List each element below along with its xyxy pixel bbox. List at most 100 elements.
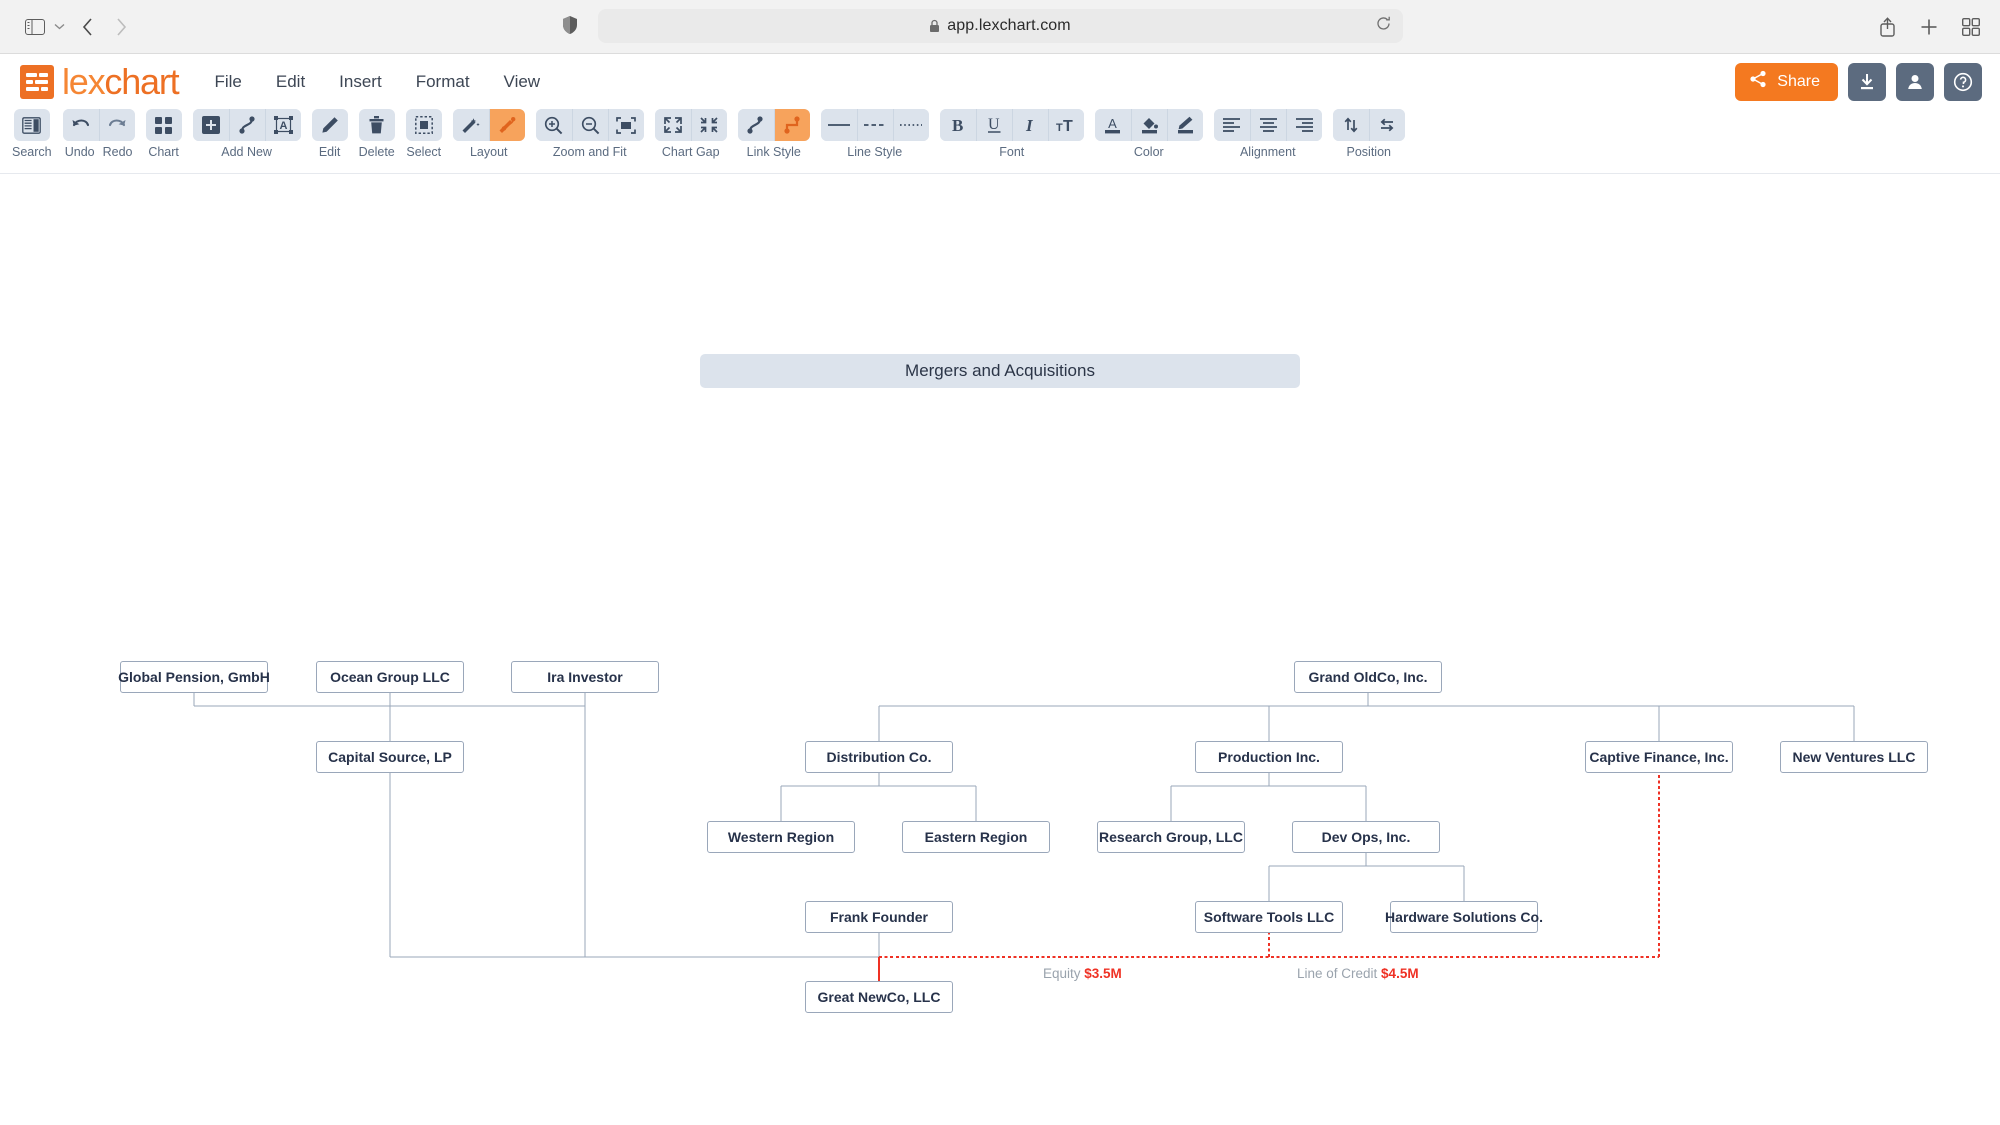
toolbar-group-position: Position: [1332, 109, 1405, 159]
redo-icon[interactable]: [98, 109, 135, 141]
edge-label-equity[interactable]: Equity $3.5M: [1043, 966, 1122, 981]
line-color-icon[interactable]: [1166, 109, 1203, 141]
undo-icon[interactable]: [62, 109, 99, 141]
toolbar-group-undo-redo: Undo Redo: [62, 109, 135, 159]
chart-node-global-pension[interactable]: Global Pension, GmbH: [118, 661, 270, 693]
tab-overview-icon[interactable]: [1962, 17, 1980, 36]
toolbar-label-layout: Layout: [469, 145, 508, 159]
lexchart-logo[interactable]: lexchart: [20, 60, 180, 103]
svg-text:A: A: [279, 120, 287, 132]
share-icon[interactable]: [1879, 16, 1896, 37]
shield-icon[interactable]: [562, 15, 578, 40]
menu-item-view[interactable]: View: [504, 72, 541, 92]
chart-node-software-tools[interactable]: Software Tools LLC: [1195, 901, 1343, 933]
zoom-out-icon[interactable]: [571, 109, 608, 141]
toolbar-group-add-new: A Add New: [192, 109, 301, 159]
edge-label-line-of-credit-text: Line of Credit: [1297, 966, 1382, 981]
italic-icon[interactable]: I: [1011, 109, 1048, 141]
toolbar-label-undo: Undo: [64, 145, 95, 159]
svg-text:T: T: [1056, 122, 1063, 134]
forward-arrow-icon[interactable]: [104, 14, 138, 40]
chart-node-capital-source[interactable]: Capital Source, LP: [316, 741, 464, 773]
toolbar-label-position: Position: [1346, 145, 1391, 159]
chart-node-eastern-region[interactable]: Eastern Region: [902, 821, 1050, 853]
manual-layout-icon[interactable]: [488, 109, 525, 141]
marquee-select-icon[interactable]: [405, 109, 442, 141]
auto-layout-icon[interactable]: [452, 109, 489, 141]
lexchart-wordmark: lexchart: [62, 60, 180, 102]
chart-node-ira-investor[interactable]: Ira Investor: [511, 661, 659, 693]
chart-node-production-inc[interactable]: Production Inc.: [1195, 741, 1343, 773]
toolbar-label-zoom-and-fit: Zoom and Fit: [552, 145, 627, 159]
menu-item-format[interactable]: Format: [416, 72, 470, 92]
toolbar-label-chart-gap: Chart Gap: [661, 145, 720, 159]
solid-line-icon[interactable]: [820, 109, 857, 141]
underline-icon[interactable]: U: [975, 109, 1012, 141]
edge-label-line-of-credit[interactable]: Line of Credit $4.5M: [1297, 966, 1419, 981]
help-button[interactable]: [1944, 62, 1982, 101]
add-node-icon[interactable]: [192, 109, 229, 141]
toolbar-label-redo: Redo: [102, 145, 133, 159]
chart-node-frank-founder[interactable]: Frank Founder: [805, 901, 953, 933]
menu-item-insert[interactable]: Insert: [339, 72, 382, 92]
chart-connectors: [193, 693, 1855, 981]
search-panel-icon[interactable]: [13, 109, 50, 141]
toolbar-group-zoom-and-fit: Zoom and Fit: [535, 109, 644, 159]
fit-screen-icon[interactable]: [607, 109, 644, 141]
chart-node-new-ventures[interactable]: New Ventures LLC: [1780, 741, 1928, 773]
address-bar[interactable]: app.lexchart.com: [597, 9, 1403, 43]
account-button[interactable]: [1896, 62, 1934, 101]
header-actions: Share: [1735, 62, 1982, 101]
move-horizontal-icon[interactable]: [1368, 109, 1405, 141]
chart-node-ocean-group[interactable]: Ocean Group LLC: [316, 661, 464, 693]
chart-grid-icon[interactable]: [145, 109, 182, 141]
add-link-icon[interactable]: [228, 109, 265, 141]
plus-icon[interactable]: [1920, 18, 1938, 36]
toolbar-group-font: B U I TT Font: [939, 109, 1084, 159]
editor-toolbar: Search Undo Redo Chart A Add New Edit De…: [0, 109, 2000, 174]
dotted-line-icon[interactable]: [892, 109, 929, 141]
dashed-line-icon[interactable]: [856, 109, 893, 141]
chart-node-dev-ops[interactable]: Dev Ops, Inc.: [1292, 821, 1440, 853]
menu-item-edit[interactable]: Edit: [276, 72, 305, 92]
chart-canvas[interactable]: Mergers and Acquisitions Global Pension,…: [0, 174, 2000, 1125]
chart-node-grand-oldco[interactable]: Grand OldCo, Inc.: [1294, 661, 1442, 693]
toolbar-group-color: A Color: [1094, 109, 1203, 159]
orthogonal-link-icon[interactable]: [773, 109, 810, 141]
chart-node-western-region[interactable]: Western Region: [707, 821, 855, 853]
move-vertical-icon[interactable]: [1332, 109, 1369, 141]
share-button[interactable]: Share: [1735, 62, 1838, 101]
contract-gap-icon[interactable]: [690, 109, 727, 141]
sidebar-toggle-icon[interactable]: [22, 16, 48, 38]
chart-node-captive-finance[interactable]: Captive Finance, Inc.: [1585, 741, 1733, 773]
zoom-in-icon[interactable]: [535, 109, 572, 141]
chevron-down-icon[interactable]: [48, 16, 70, 38]
align-right-icon[interactable]: [1285, 109, 1322, 141]
toolbar-group-edit: Edit: [311, 109, 348, 159]
toolbar-group-delete: Delete: [359, 109, 395, 159]
url-text: app.lexchart.com: [947, 17, 1071, 34]
text-color-icon[interactable]: A: [1094, 109, 1131, 141]
menu-item-file[interactable]: File: [214, 72, 241, 92]
chart-node-research-group[interactable]: Research Group, LLC: [1097, 821, 1245, 853]
chart-node-great-newco[interactable]: Great NewCo, LLC: [805, 981, 953, 1013]
curved-link-icon[interactable]: [737, 109, 774, 141]
pencil-icon[interactable]: [311, 109, 348, 141]
bold-icon[interactable]: B: [939, 109, 976, 141]
chart-node-hardware-solutions[interactable]: Hardware Solutions Co.: [1385, 901, 1543, 933]
align-left-icon[interactable]: [1213, 109, 1250, 141]
font-size-icon[interactable]: TT: [1047, 109, 1084, 141]
trash-icon[interactable]: [358, 109, 395, 141]
toolbar-label-chart: Chart: [148, 145, 179, 159]
reload-icon[interactable]: [1376, 16, 1391, 36]
expand-gap-icon[interactable]: [654, 109, 691, 141]
lexchart-logo-icon: [20, 64, 54, 99]
fill-color-icon[interactable]: [1130, 109, 1167, 141]
back-arrow-icon[interactable]: [70, 14, 104, 40]
toolbar-label-line-style: Line Style: [847, 145, 903, 159]
add-text-icon[interactable]: A: [264, 109, 301, 141]
download-button[interactable]: [1848, 62, 1886, 101]
svg-text:T: T: [1063, 118, 1073, 134]
chart-node-distribution-co[interactable]: Distribution Co.: [805, 741, 953, 773]
align-center-icon[interactable]: [1249, 109, 1286, 141]
